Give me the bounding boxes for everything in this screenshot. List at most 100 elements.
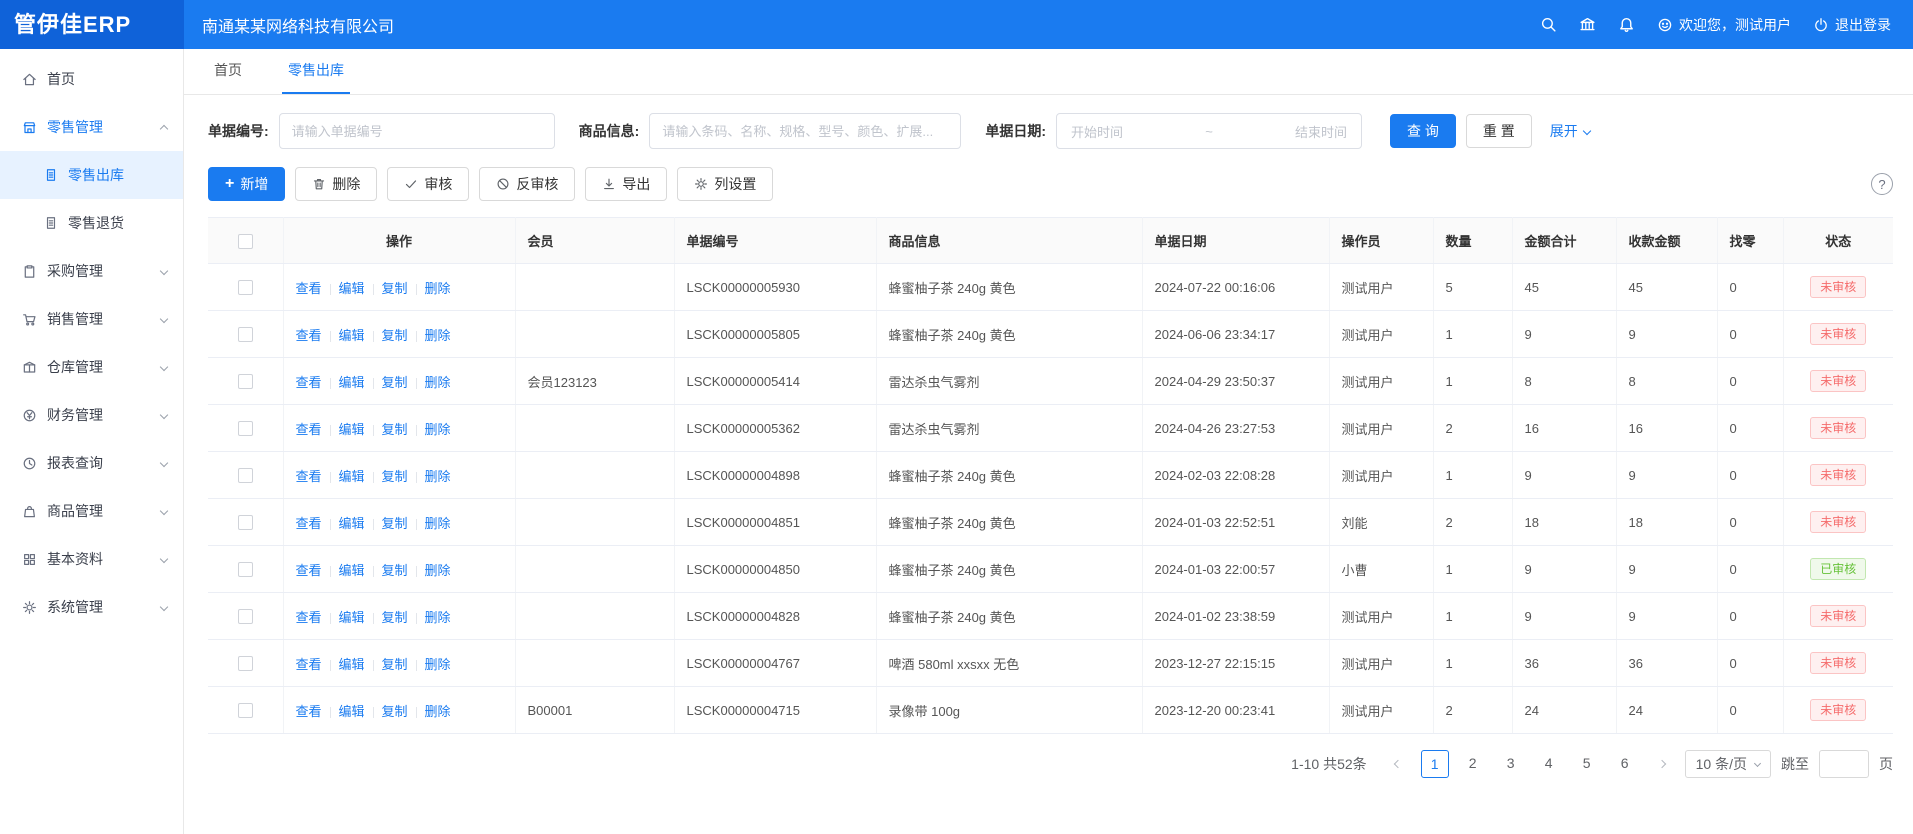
page-number-5[interactable]: 5 <box>1573 750 1601 778</box>
copy-link[interactable]: 复制 <box>382 375 408 390</box>
sidebar-item-finance-management[interactable]: 财务管理 <box>0 391 183 439</box>
copy-link[interactable]: 复制 <box>382 422 408 437</box>
delete-link[interactable]: 删除 <box>425 563 451 578</box>
copy-link[interactable]: 复制 <box>382 563 408 578</box>
row-checkbox[interactable] <box>238 468 253 483</box>
edit-link[interactable]: 编辑 <box>339 657 365 672</box>
row-checkbox[interactable] <box>238 421 253 436</box>
logout-button[interactable]: 退出登录 <box>1813 15 1891 35</box>
sidebar-item-home[interactable]: 首页 <box>0 55 183 103</box>
sidebar-item-purchase-management[interactable]: 采购管理 <box>0 247 183 295</box>
row-checkbox[interactable] <box>238 280 253 295</box>
column-settings-button[interactable]: 列设置 <box>677 167 773 201</box>
cell-goods: 雷达杀虫气雾剂 <box>876 358 1142 405</box>
search-icon[interactable] <box>1540 16 1557 33</box>
delete-link[interactable]: 删除 <box>425 516 451 531</box>
page-number-3[interactable]: 3 <box>1497 750 1525 778</box>
page-number-4[interactable]: 4 <box>1535 750 1563 778</box>
jump-page-input[interactable] <box>1819 750 1869 778</box>
bill-no-input[interactable] <box>279 113 555 149</box>
row-checkbox[interactable] <box>238 656 253 671</box>
add-button[interactable]: + 新增 <box>208 167 285 201</box>
edit-link[interactable]: 编辑 <box>339 328 365 343</box>
row-checkbox[interactable] <box>238 703 253 718</box>
edit-link[interactable]: 编辑 <box>339 704 365 719</box>
cell-member <box>515 640 674 687</box>
row-checkbox[interactable] <box>238 374 253 389</box>
expand-link[interactable]: 展开 <box>1550 121 1590 141</box>
delete-link[interactable]: 删除 <box>425 469 451 484</box>
view-link[interactable]: 查看 <box>296 610 322 625</box>
row-checkbox[interactable] <box>238 609 253 624</box>
view-link[interactable]: 查看 <box>296 375 322 390</box>
delete-link[interactable]: 删除 <box>425 610 451 625</box>
select-all-checkbox[interactable] <box>238 234 253 249</box>
page-number-1[interactable]: 1 <box>1421 750 1449 778</box>
sidebar-item-sales-management[interactable]: 销售管理 <box>0 295 183 343</box>
sidebar-item-warehouse-management[interactable]: 仓库管理 <box>0 343 183 391</box>
view-link[interactable]: 查看 <box>296 704 322 719</box>
status-badge: 未审核 <box>1810 605 1866 627</box>
view-link[interactable]: 查看 <box>296 516 322 531</box>
unaudit-button[interactable]: 反审核 <box>479 167 575 201</box>
view-link[interactable]: 查看 <box>296 422 322 437</box>
export-button[interactable]: 导出 <box>585 167 667 201</box>
sidebar-item-retail-return[interactable]: 零售退货 <box>0 199 183 247</box>
cell-received: 16 <box>1616 405 1717 452</box>
edit-link[interactable]: 编辑 <box>339 281 365 296</box>
view-link[interactable]: 查看 <box>296 657 322 672</box>
view-link[interactable]: 查看 <box>296 563 322 578</box>
copy-link[interactable]: 复制 <box>382 328 408 343</box>
search-button[interactable]: 查 询 <box>1390 114 1456 148</box>
page-number-2[interactable]: 2 <box>1459 750 1487 778</box>
audit-button[interactable]: 审核 <box>387 167 469 201</box>
delete-link[interactable]: 删除 <box>425 422 451 437</box>
delete-link[interactable]: 删除 <box>425 328 451 343</box>
edit-link[interactable]: 编辑 <box>339 563 365 578</box>
page-number-6[interactable]: 6 <box>1611 750 1639 778</box>
copy-link[interactable]: 复制 <box>382 469 408 484</box>
edit-link[interactable]: 编辑 <box>339 375 365 390</box>
sidebar-item-goods-management[interactable]: 商品管理 <box>0 487 183 535</box>
pagination-total: 1-10 共52条 <box>1291 754 1366 774</box>
bell-icon[interactable] <box>1618 16 1635 33</box>
sidebar-item-report-query[interactable]: 报表查询 <box>0 439 183 487</box>
cell-date: 2024-02-03 22:08:28 <box>1142 452 1329 499</box>
edit-link[interactable]: 编辑 <box>339 469 365 484</box>
view-link[interactable]: 查看 <box>296 328 322 343</box>
cell-date: 2023-12-20 00:23:41 <box>1142 687 1329 734</box>
sidebar-item-base-data[interactable]: 基本资料 <box>0 535 183 583</box>
delete-link[interactable]: 删除 <box>425 375 451 390</box>
delete-link[interactable]: 删除 <box>425 704 451 719</box>
page-size-select[interactable]: 10 条/页 <box>1685 750 1771 778</box>
edit-link[interactable]: 编辑 <box>339 516 365 531</box>
row-checkbox[interactable] <box>238 515 253 530</box>
reset-button[interactable]: 重 置 <box>1466 114 1532 148</box>
next-page-button[interactable] <box>1649 750 1675 778</box>
sidebar-item-retail-outbound[interactable]: 零售出库 <box>0 151 183 199</box>
goods-info-input[interactable] <box>649 113 961 149</box>
sidebar-item-retail-management[interactable]: 零售管理 <box>0 103 183 151</box>
tab-home[interactable]: 首页 <box>208 60 248 94</box>
copy-link[interactable]: 复制 <box>382 610 408 625</box>
edit-link[interactable]: 编辑 <box>339 422 365 437</box>
row-checkbox[interactable] <box>238 327 253 342</box>
tab-retail-outbound[interactable]: 零售出库 <box>282 60 350 94</box>
prev-page-button[interactable] <box>1385 750 1411 778</box>
copy-link[interactable]: 复制 <box>382 704 408 719</box>
delete-link[interactable]: 删除 <box>425 281 451 296</box>
copy-link[interactable]: 复制 <box>382 281 408 296</box>
delete-button[interactable]: 删除 <box>295 167 377 201</box>
date-range-picker[interactable]: 开始时间 ~ 结束时间 <box>1056 113 1362 149</box>
copy-link[interactable]: 复制 <box>382 657 408 672</box>
row-checkbox[interactable] <box>238 562 253 577</box>
edit-link[interactable]: 编辑 <box>339 610 365 625</box>
organization-icon[interactable] <box>1579 16 1596 33</box>
coin-icon <box>22 408 37 423</box>
help-icon[interactable]: ? <box>1871 173 1893 195</box>
view-link[interactable]: 查看 <box>296 281 322 296</box>
view-link[interactable]: 查看 <box>296 469 322 484</box>
delete-link[interactable]: 删除 <box>425 657 451 672</box>
copy-link[interactable]: 复制 <box>382 516 408 531</box>
sidebar-item-system-management[interactable]: 系统管理 <box>0 583 183 631</box>
